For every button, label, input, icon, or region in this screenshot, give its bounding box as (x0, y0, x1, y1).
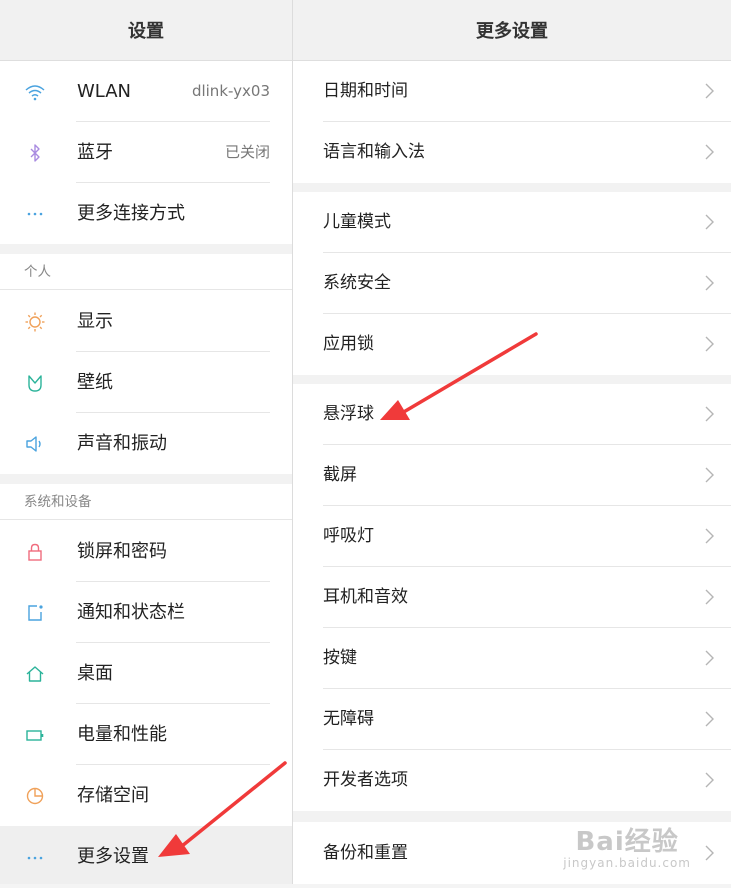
chevron-right-icon (705, 845, 714, 861)
menu-item-headphones-audio[interactable]: 耳机和音效 (293, 567, 731, 628)
menu-item-label: 截屏 (323, 465, 357, 485)
chevron-right-icon (705, 336, 714, 352)
section-system: 系统和设备 (0, 484, 292, 520)
sidebar-item-label: 蓝牙 (77, 142, 113, 163)
more-settings-panel: 更多设置 日期和时间 语言和输入法 儿童模式 系统安全 应用锁 悬浮球 截屏 呼 (293, 0, 731, 884)
menu-item-kids-mode[interactable]: 儿童模式 (293, 192, 731, 253)
sidebar-item-label: 更多设置 (77, 846, 149, 867)
sidebar-item-wlan[interactable]: WLAN dlink-yx03 (0, 61, 292, 122)
menu-item-app-lock[interactable]: 应用锁 (293, 314, 731, 375)
wlan-network-name: dlink-yx03 (191, 82, 270, 100)
menu-item-label: 悬浮球 (323, 404, 374, 424)
menu-item-developer-options[interactable]: 开发者选项 (293, 750, 731, 811)
menu-item-breathing-light[interactable]: 呼吸灯 (293, 506, 731, 567)
menu-item-label: 应用锁 (323, 334, 374, 354)
sidebar-item-label: 通知和状态栏 (77, 602, 185, 623)
menu-item-label: 日期和时间 (323, 81, 408, 101)
menu-item-buttons[interactable]: 按键 (293, 628, 731, 689)
bluetooth-status: 已关闭 (224, 143, 270, 161)
menu-item-label: 系统安全 (323, 273, 391, 293)
chevron-right-icon (705, 406, 714, 422)
panel-header: 更多设置 (293, 0, 731, 61)
sidebar-item-label: 显示 (77, 311, 113, 332)
sidebar-item-desktop[interactable]: 桌面 (0, 643, 292, 704)
menu-item-label: 语言和输入法 (323, 142, 425, 162)
home-icon (26, 666, 44, 682)
sidebar-item-display[interactable]: 显示 (0, 291, 292, 352)
sidebar-header: 设置 (0, 0, 292, 61)
menu-item-system-security[interactable]: 系统安全 (293, 253, 731, 314)
notification-icon (28, 605, 43, 621)
panel-title: 更多设置 (476, 21, 548, 42)
sidebar-item-label: 存储空间 (77, 785, 149, 806)
settings-sidebar: 设置 WLAN dlink-yx03 蓝牙 已关闭 更多连接方式 个人 显示 壁… (0, 0, 292, 884)
chevron-right-icon (705, 144, 714, 160)
menu-item-language-input[interactable]: 语言和输入法 (293, 122, 731, 183)
chevron-right-icon (705, 772, 714, 788)
sidebar-item-label: 更多连接方式 (77, 203, 185, 224)
chevron-right-icon (705, 589, 714, 605)
sidebar-item-more-connections[interactable]: 更多连接方式 (0, 183, 292, 244)
battery-icon (26, 730, 44, 741)
menu-item-label: 儿童模式 (323, 212, 391, 232)
sidebar-item-wallpaper[interactable]: 壁纸 (0, 352, 292, 413)
sidebar-item-lockscreen[interactable]: 锁屏和密码 (0, 521, 292, 582)
section-personal-title: 个人 (24, 264, 51, 280)
watermark-url: jingyan.baidu.com (563, 856, 691, 870)
sidebar-item-battery[interactable]: 电量和性能 (0, 704, 292, 765)
sidebar-item-storage[interactable]: 存储空间 (0, 765, 292, 826)
chevron-right-icon (705, 650, 714, 666)
sidebar-item-bluetooth[interactable]: 蓝牙 已关闭 (0, 122, 292, 183)
wifi-icon (25, 85, 45, 101)
chevron-right-icon (705, 467, 714, 483)
more-dots-icon (27, 856, 43, 860)
brightness-icon (25, 312, 45, 332)
bluetooth-icon (30, 144, 40, 162)
menu-item-label: 按键 (323, 648, 357, 668)
sidebar-item-label: WLAN (77, 81, 132, 102)
sidebar-item-more-settings[interactable]: 更多设置 (0, 826, 292, 884)
speaker-icon (26, 436, 41, 452)
more-dots-icon (27, 212, 43, 216)
sidebar-item-label: 声音和振动 (77, 433, 167, 454)
sidebar-item-notifications[interactable]: 通知和状态栏 (0, 582, 292, 643)
storage-icon (26, 787, 44, 805)
section-system-title: 系统和设备 (24, 494, 92, 510)
menu-item-label: 耳机和音效 (323, 587, 408, 607)
menu-item-date-time[interactable]: 日期和时间 (293, 61, 731, 122)
menu-item-label: 无障碍 (323, 709, 374, 729)
sidebar-item-label: 锁屏和密码 (77, 541, 167, 562)
chevron-right-icon (705, 83, 714, 99)
sidebar-item-label: 桌面 (77, 663, 113, 684)
menu-item-label: 呼吸灯 (323, 526, 374, 546)
chevron-right-icon (705, 528, 714, 544)
sidebar-item-label: 电量和性能 (77, 724, 167, 745)
sidebar-item-sound[interactable]: 声音和振动 (0, 413, 292, 474)
section-personal: 个人 (0, 254, 292, 290)
menu-item-screenshot[interactable]: 截屏 (293, 445, 731, 506)
menu-item-floating-ball[interactable]: 悬浮球 (293, 384, 731, 445)
chevron-right-icon (705, 711, 714, 727)
watermark: Bai经验 jingyan.baidu.com (563, 821, 691, 870)
wallpaper-icon (28, 375, 42, 392)
chevron-right-icon (705, 275, 714, 291)
menu-item-accessibility[interactable]: 无障碍 (293, 689, 731, 750)
lock-icon (28, 543, 42, 561)
watermark-logo-text: Bai经验 (575, 827, 679, 857)
sidebar-title: 设置 (128, 21, 164, 42)
menu-item-label: 备份和重置 (323, 843, 408, 863)
menu-item-label: 开发者选项 (323, 770, 408, 790)
sidebar-item-label: 壁纸 (77, 372, 113, 393)
chevron-right-icon (705, 214, 714, 230)
